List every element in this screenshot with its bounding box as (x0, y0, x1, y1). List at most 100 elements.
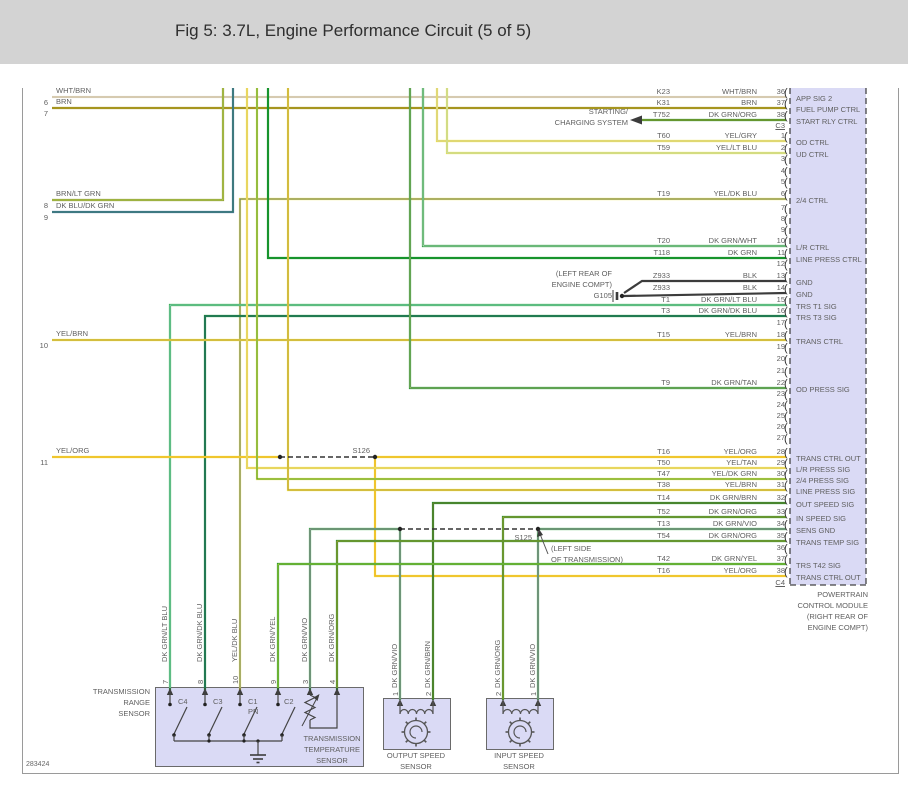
junction-dot (168, 702, 172, 707)
pcm-wire-color: WHT/BRN (722, 87, 757, 96)
left-wire-label: WHT/BRN (56, 86, 91, 95)
pcm-pin-number: 35 (776, 531, 785, 540)
left-wire-label: DK BLU/DK GRN (56, 201, 115, 210)
junction-dot (397, 526, 403, 532)
pcm-pin-label: GND (796, 290, 813, 299)
pcm-pin-bracket-icon: ( (784, 411, 788, 423)
trs-pin-number: 4 (328, 679, 337, 684)
pcm-pin-label: 2/4 PRESS SIG (796, 476, 849, 485)
pcm-pin-label: OD CTRL (796, 138, 829, 147)
pcm-caption: ENGINE COMPT) (807, 623, 868, 632)
pcm-pin-label: FUEL PUMP CTRL (796, 105, 861, 114)
pcm-wire-id: Z933 (652, 283, 670, 292)
pcm-pin-bracket-icon: ( (784, 342, 788, 354)
thermistor-arrow-icon (313, 694, 320, 701)
pcm-pin-number: 34 (776, 519, 785, 528)
pcm-pin-number: 22 (776, 378, 785, 387)
pcm-pin-label: TRS T1 SIG (796, 302, 837, 311)
left-wire-number: 10 (39, 341, 48, 350)
pcm-pin-bracket-icon: ( (784, 422, 788, 434)
pcm-wire-id: K23 (656, 87, 670, 96)
pcm-pin-number: 11 (777, 248, 785, 257)
pcm-pin-number: 4 (780, 166, 785, 175)
pcm-pin-bracket-icon: ( (784, 378, 788, 390)
sensor-coil-icon (399, 708, 434, 715)
trs-pin-number: 9 (269, 679, 278, 684)
junction-dot (276, 702, 280, 707)
temp-sensor-label: TEMPERATURE (303, 745, 361, 754)
junction-dot (207, 739, 211, 743)
junction-dot (372, 454, 378, 460)
pcm-pin-bracket-icon: ( (784, 271, 788, 283)
pcm-wire-id: Z933 (652, 271, 670, 280)
output-speed-sensor-label: SENSOR (400, 762, 432, 771)
thermistor-icon (303, 694, 317, 721)
pcm-wire-color: DK GRN/BRN (709, 493, 757, 502)
pcm-wire-color: DK GRN (727, 248, 757, 257)
pcm-pin-number: 12 (776, 259, 785, 268)
s125-location-note: (LEFT SIDE (551, 544, 592, 553)
pcm-pin-bracket-icon: ( (784, 447, 788, 459)
left-wire-label: BRN (56, 97, 72, 106)
wire-name-vertical: DK GRN/VIO (300, 617, 309, 662)
junction-dot (203, 702, 207, 707)
sensor-pin-number: 1 (529, 691, 538, 696)
left-wire-label: YEL/ORG (56, 446, 90, 455)
pcm-pin-number: 25 (776, 411, 785, 420)
pcm-pin-label: APP SIG 2 (796, 94, 833, 103)
pcm-wire-id: T118 (653, 248, 670, 257)
pcm-pin-bracket-icon: ( (784, 98, 788, 110)
pcm-pin-bracket-icon: ( (784, 203, 788, 215)
pcm-pin-number: 8 (780, 214, 785, 223)
pcm-pin-number: 36 (776, 543, 785, 552)
pcm-pin-number: 19 (776, 342, 785, 351)
sensor-gear-tooth (509, 721, 513, 725)
wire-name-vertical: DK GRN/BRN (423, 640, 432, 688)
pcm-wire-id: T59 (657, 143, 670, 152)
pcm-pin-bracket-icon: ( (784, 110, 788, 122)
pcm-pin-bracket-icon: ( (784, 400, 788, 412)
pcm-pin-number: 36 (776, 87, 785, 96)
pcm-pin-bracket-icon: ( (784, 318, 788, 330)
pcm-pin-label: LINE PRESS SIG (796, 487, 856, 496)
pcm-pin-number: 9 (780, 225, 785, 234)
pcm-pin-bracket-icon: ( (784, 531, 788, 543)
pcm-pin-number: 2 (780, 143, 785, 152)
sensor-gear-tooth (405, 721, 409, 725)
starting-system-note: CHARGING SYSTEM (554, 118, 628, 127)
trs-switch-blade (208, 706, 223, 735)
pcm-wire-color: YEL/DK GRN (711, 469, 757, 478)
wire-name-vertical: DK GRN/VIO (390, 643, 399, 688)
trs-pin-number: 7 (161, 679, 170, 684)
pcm-pin-bracket-icon: ( (784, 87, 788, 99)
pcm-wire-id: T1 (661, 295, 670, 304)
pcm-pin-bracket-icon: ( (784, 433, 788, 445)
pcm-wire-color: DK GRN/ORG (708, 531, 757, 540)
wire (52, 88, 225, 202)
pcm-pin-bracket-icon: ( (784, 295, 788, 307)
pcm-pin-number: 5 (780, 177, 785, 186)
pcm-pin-number: 24 (776, 400, 785, 409)
pcm-wire-color: DK GRN/YEL (711, 554, 757, 563)
pcm-pin-label: GND (796, 278, 813, 287)
pcm-pin-number: 13 (776, 271, 785, 280)
sensor-gear-icon (507, 719, 533, 745)
pcm-pin-number: 7 (780, 203, 785, 212)
pcm-wire-color: DK GRN/VIO (712, 519, 757, 528)
pcm-wire-color: DK GRN/ORG (708, 110, 757, 119)
wire-name-vertical: DK GRN/YEL (268, 616, 277, 662)
pcm-pin-bracket-icon: ( (784, 225, 788, 237)
g105-location-note: (LEFT REAR OF (555, 269, 612, 278)
pcm-wire-id: T9 (661, 378, 670, 387)
pcm-pin-bracket-icon: ( (784, 248, 788, 260)
pcm-wire-id: T13 (657, 519, 670, 528)
pcm-pin-number: 26 (776, 422, 785, 431)
starting-system-note: STARTING/ (588, 107, 628, 116)
pcm-pin-bracket-icon: ( (784, 480, 788, 492)
pcm-wire-id: T16 (657, 566, 670, 575)
pcm-pin-bracket-icon: ( (784, 469, 788, 481)
pcm-pin-label: TRS T3 SIG (796, 313, 837, 322)
pcm-pin-bracket-icon: ( (784, 493, 788, 505)
wire (308, 527, 400, 690)
trs-pin-number: 3 (301, 679, 310, 684)
